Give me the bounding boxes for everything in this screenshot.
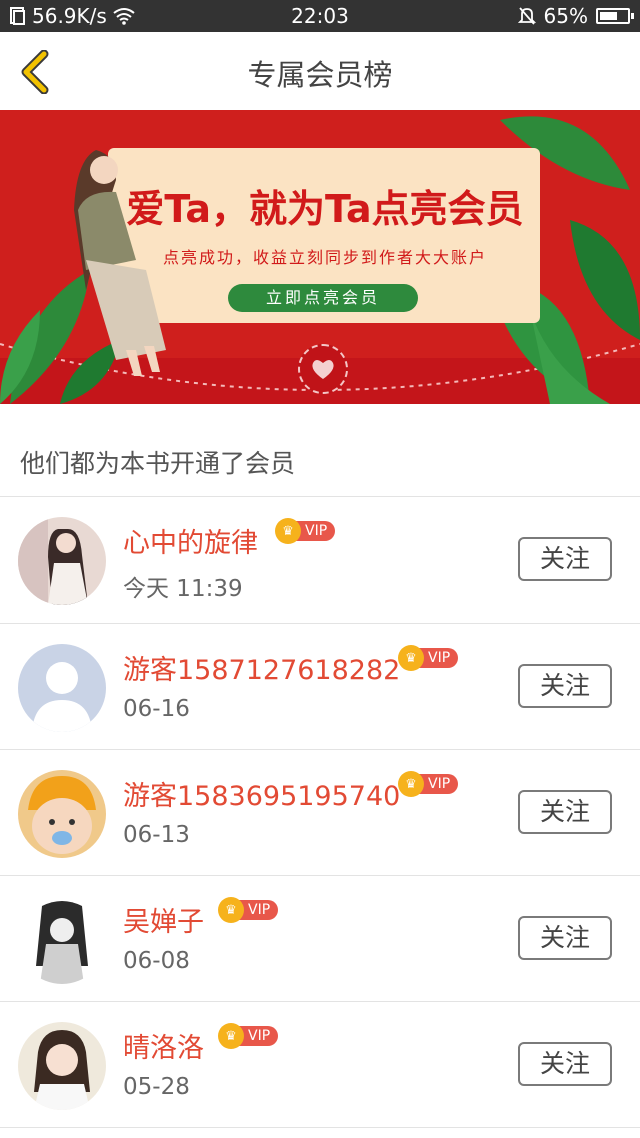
member-name[interactable]: 晴洛洛 <box>123 1026 204 1065</box>
member-name[interactable]: 吴婵子 <box>123 900 204 939</box>
member-time: 06-08 <box>123 948 190 974</box>
follow-button[interactable]: 关注 <box>518 790 612 834</box>
activate-membership-button[interactable]: 立即点亮会员 <box>228 284 418 312</box>
member-row: 心中的旋律 ♛ VIP 今天 11:39 关注 <box>0 497 640 623</box>
clock: 22:03 <box>291 4 349 28</box>
divider <box>0 1127 640 1128</box>
crown-icon: ♛ <box>218 897 244 923</box>
member-row: 游客1583695195740 ♛ VIP 06-13 关注 <box>0 750 640 876</box>
crown-icon: ♛ <box>275 518 301 544</box>
member-time: 06-16 <box>123 696 190 722</box>
avatar[interactable] <box>18 1022 106 1110</box>
vip-badge: ♛ VIP <box>398 645 459 671</box>
mute-bell-icon <box>517 7 536 25</box>
follow-button[interactable]: 关注 <box>518 664 612 708</box>
member-row: 晴洛洛 ♛ VIP 05-28 关注 <box>0 1002 640 1128</box>
crown-icon: ♛ <box>398 645 424 671</box>
member-time: 今天 11:39 <box>123 576 243 602</box>
member-name[interactable]: 心中的旋律 <box>123 521 258 560</box>
follow-button[interactable]: 关注 <box>518 537 612 581</box>
promo-banner[interactable]: 爱Ta，就为Ta点亮会员 点亮成功，收益立刻同步到作者大大账户 立即点亮会员 <box>0 110 640 404</box>
member-name[interactable]: 游客1587127618282 <box>123 648 400 687</box>
heart-seal-icon <box>298 344 348 394</box>
avatar[interactable] <box>18 517 106 605</box>
status-bar: 56.9K/s 22:03 65% <box>0 0 640 32</box>
default-avatar-icon <box>18 644 106 732</box>
avatar[interactable] <box>18 644 106 732</box>
battery-fill <box>600 12 617 20</box>
banner-headline: 爱Ta，就为Ta点亮会员 <box>126 187 524 231</box>
vip-badge: ♛ VIP <box>218 897 279 923</box>
heart-icon <box>312 360 334 379</box>
nav-bar: 专属会员榜 <box>0 32 640 110</box>
vip-badge: ♛ VIP <box>398 771 459 797</box>
section-title: 他们都为本书开通了会员 <box>20 449 296 478</box>
crown-icon: ♛ <box>398 771 424 797</box>
battery-icon <box>596 8 634 24</box>
vip-badge: ♛ VIP <box>218 1023 279 1049</box>
banner-subtitle: 点亮成功，收益立刻同步到作者大大账户 <box>162 248 487 267</box>
avatar[interactable] <box>18 770 106 858</box>
follow-button[interactable]: 关注 <box>518 1042 612 1086</box>
member-time: 06-13 <box>123 822 190 848</box>
vip-badge: ♛ VIP <box>275 518 336 544</box>
member-row: 吴婵子 ♛ VIP 06-08 关注 <box>0 876 640 1002</box>
follow-button[interactable]: 关注 <box>518 916 612 960</box>
page-title: 专属会员榜 <box>247 58 393 92</box>
member-row: 游客1587127618282 ♛ VIP 06-16 关注 <box>0 624 640 750</box>
crown-icon: ♛ <box>218 1023 244 1049</box>
avatar[interactable] <box>18 896 106 984</box>
battery-percent: 65% <box>543 4 588 28</box>
member-time: 05-28 <box>123 1074 190 1100</box>
member-name[interactable]: 游客1583695195740 <box>123 774 400 813</box>
